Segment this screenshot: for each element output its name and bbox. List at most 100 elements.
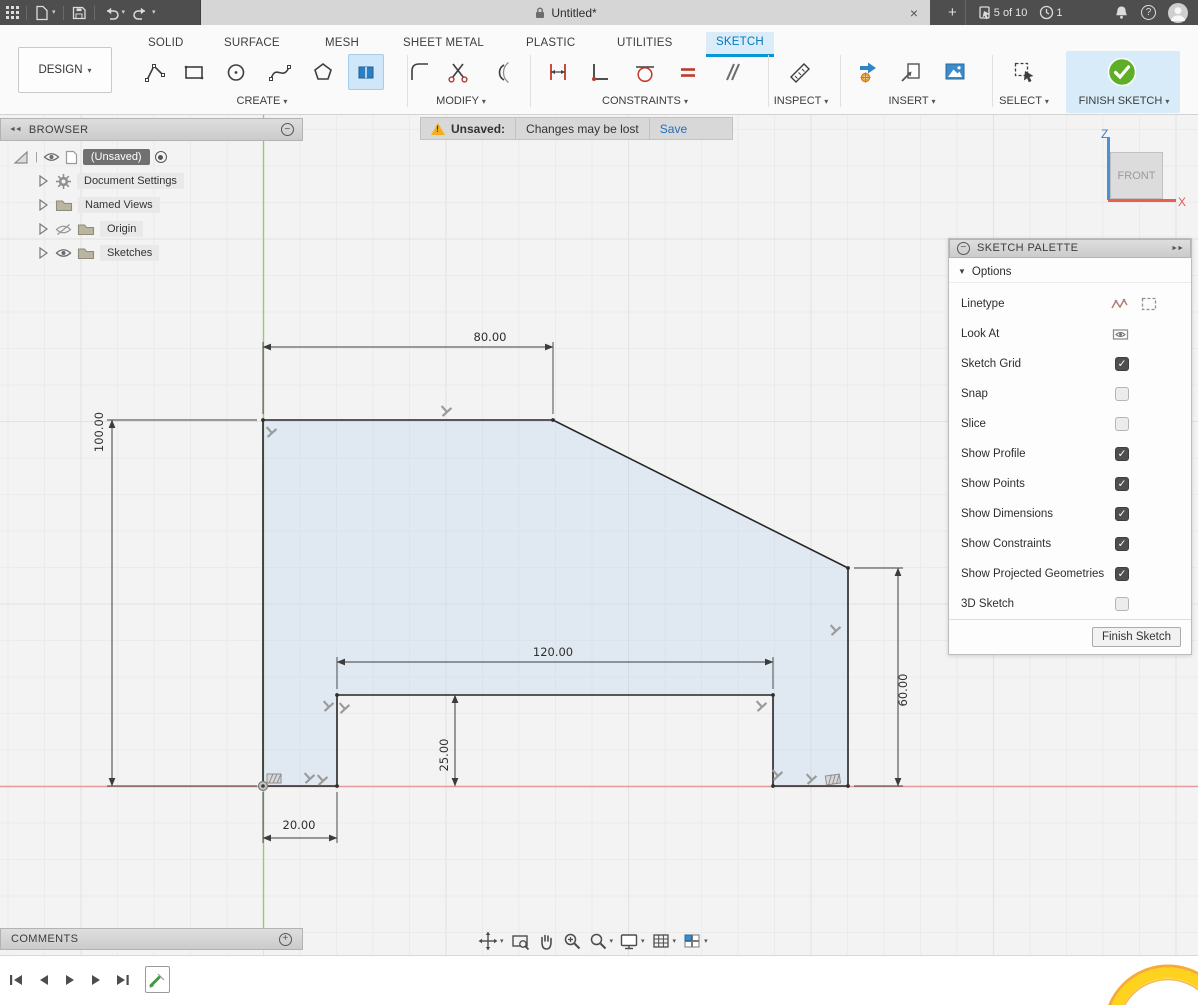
show-profile-checkbox[interactable]	[1115, 447, 1129, 461]
options-section-header[interactable]: ▼ Options	[949, 262, 1191, 283]
canvas-viewport[interactable]: 80.00 100.00 120.00 25.00 60.00	[0, 115, 1198, 955]
look-at-tool[interactable]	[510, 931, 530, 951]
offset-tool[interactable]	[482, 54, 518, 90]
visibility-eye-icon[interactable]	[55, 247, 72, 259]
horizontal-vertical-constraint-tool[interactable]	[582, 54, 618, 90]
parallel-constraint-tool[interactable]	[713, 54, 749, 90]
select-group-label[interactable]: SELECT ▾	[964, 95, 1084, 107]
slice-checkbox[interactable]	[1115, 417, 1129, 431]
show-points-checkbox[interactable]	[1115, 477, 1129, 491]
redo-icon[interactable]: ▾	[132, 5, 156, 20]
measure-tool[interactable]	[782, 54, 818, 90]
browser-item-label[interactable]: Named Views	[78, 197, 160, 213]
finish-sketch-button[interactable]	[1104, 54, 1140, 90]
undo-icon[interactable]: ▾	[102, 5, 126, 20]
browser-panel-header[interactable]: ◄◄ BROWSER −	[0, 118, 303, 141]
dimension-left-height[interactable]: 100.00	[92, 412, 257, 786]
show-constraints-checkbox[interactable]	[1115, 537, 1129, 551]
look-at-icon[interactable]	[1112, 326, 1129, 343]
modify-group-label[interactable]: MODIFY ▾	[402, 95, 520, 107]
new-tab-button[interactable]: +	[940, 0, 966, 25]
design-workspace-button[interactable]: DESIGN ▾	[18, 47, 112, 93]
browser-item-label[interactable]: Sketches	[100, 245, 159, 261]
sketch-dimension-tool[interactable]	[540, 54, 576, 90]
expand-caret-icon[interactable]	[36, 245, 50, 261]
viewports-tool[interactable]: ▾	[682, 931, 708, 951]
polygon-tool[interactable]	[305, 54, 341, 90]
origin-point[interactable]	[259, 782, 268, 791]
visibility-off-eye-icon[interactable]	[55, 223, 72, 236]
file-menu-icon[interactable]: ▾	[34, 5, 56, 21]
viewcube-front-face[interactable]: FRONT	[1110, 152, 1163, 199]
zoom-window-tool[interactable]: ▾	[588, 931, 614, 951]
finish-sketch-palette-button[interactable]: Finish Sketch	[1092, 627, 1181, 647]
grid-settings-tool[interactable]: ▾	[651, 931, 677, 951]
version-history[interactable]: 1	[1039, 5, 1062, 20]
add-comment-icon[interactable]: +	[279, 933, 292, 946]
sketch-grid-checkbox[interactable]	[1115, 357, 1129, 371]
circle-tool[interactable]	[218, 54, 254, 90]
minimize-panel-icon[interactable]: −	[281, 123, 294, 136]
rectangle-tool[interactable]	[176, 54, 212, 90]
insert-group-label[interactable]: INSERT ▾	[851, 95, 973, 107]
expand-caret-icon[interactable]	[36, 221, 50, 237]
comments-panel-header[interactable]: COMMENTS +	[0, 928, 303, 950]
zoom-tool[interactable]	[562, 931, 582, 951]
browser-item-origin[interactable]: Origin	[36, 218, 143, 240]
create-group-label[interactable]: CREATE ▾	[137, 95, 387, 107]
projected-linetype-icon[interactable]	[1140, 296, 1157, 313]
insert-svg-tool[interactable]	[851, 54, 887, 90]
collapse-panel-icon[interactable]: ►►	[1171, 245, 1183, 252]
pan-hand-tool[interactable]	[536, 931, 556, 951]
3d-sketch-checkbox[interactable]	[1115, 597, 1129, 611]
save-action[interactable]: Save	[649, 118, 697, 139]
notifications-bell-icon[interactable]	[1114, 5, 1129, 20]
browser-item-sketches[interactable]: Sketches	[36, 242, 159, 264]
document-name[interactable]: (Unsaved)	[83, 149, 150, 165]
avatar[interactable]	[1168, 3, 1188, 23]
sketch-profile[interactable]	[263, 420, 848, 786]
trim-tool[interactable]	[440, 54, 476, 90]
tab-plastic[interactable]: PLASTIC	[526, 33, 575, 53]
construction-linetype-icon[interactable]	[1111, 296, 1128, 313]
tab-surface[interactable]: SURFACE	[224, 33, 280, 53]
dimension-bottom-offset[interactable]: 20.00	[263, 792, 337, 843]
inspect-group-label[interactable]: INSPECT ▾	[741, 95, 861, 107]
document-tab[interactable]: Untitled* ×	[200, 0, 930, 25]
spline-tool[interactable]	[262, 54, 298, 90]
snap-checkbox[interactable]	[1115, 387, 1129, 401]
select-tool[interactable]	[1006, 54, 1042, 90]
tab-utilities[interactable]: UTILITIES	[617, 33, 672, 53]
tab-solid[interactable]: SOLID	[148, 33, 184, 53]
documents-count[interactable]: 5 of 10	[978, 5, 1028, 20]
browser-item-label[interactable]: Origin	[100, 221, 143, 237]
equal-constraint-tool[interactable]	[670, 54, 706, 90]
browser-root-row[interactable]: | (Unsaved)	[12, 146, 167, 168]
minimize-panel-icon[interactable]: −	[957, 242, 970, 255]
dimension-top-width[interactable]: 80.00	[263, 330, 553, 414]
constraints-group-label[interactable]: CONSTRAINTS ▾	[540, 95, 750, 107]
help-icon[interactable]: ?	[1141, 5, 1156, 20]
browser-item-label[interactable]: Document Settings	[77, 173, 184, 189]
finish-sketch-group-label[interactable]: FINISH SKETCH ▾	[1068, 95, 1180, 107]
pan-orbit-tool[interactable]: ▾	[478, 931, 504, 951]
line-tool[interactable]	[137, 54, 173, 90]
save-icon[interactable]	[71, 5, 87, 21]
expand-caret-icon[interactable]	[36, 173, 50, 189]
visibility-eye-icon[interactable]	[43, 151, 60, 163]
display-settings-tool[interactable]: ▾	[619, 931, 645, 951]
fillet-tool[interactable]	[402, 54, 438, 90]
tangent-constraint-tool[interactable]	[627, 54, 663, 90]
app-grid-menu-icon[interactable]	[6, 6, 19, 19]
insert-canvas-tool[interactable]	[937, 54, 973, 90]
close-tab-icon[interactable]: ×	[910, 6, 918, 20]
sketch-palette-header[interactable]: − SKETCH PALETTE ►►	[949, 239, 1191, 258]
dimension-slot-depth[interactable]: 25.00	[437, 695, 455, 786]
browser-item-named-views[interactable]: Named Views	[36, 194, 160, 216]
show-dimensions-checkbox[interactable]	[1115, 507, 1129, 521]
activate-radio-icon[interactable]	[155, 151, 167, 163]
expand-caret-icon[interactable]	[36, 197, 50, 213]
collapse-panel-icon[interactable]: ◄◄	[9, 126, 21, 133]
tab-mesh[interactable]: MESH	[325, 33, 359, 53]
browser-item-document-settings[interactable]: Document Settings	[36, 170, 184, 192]
